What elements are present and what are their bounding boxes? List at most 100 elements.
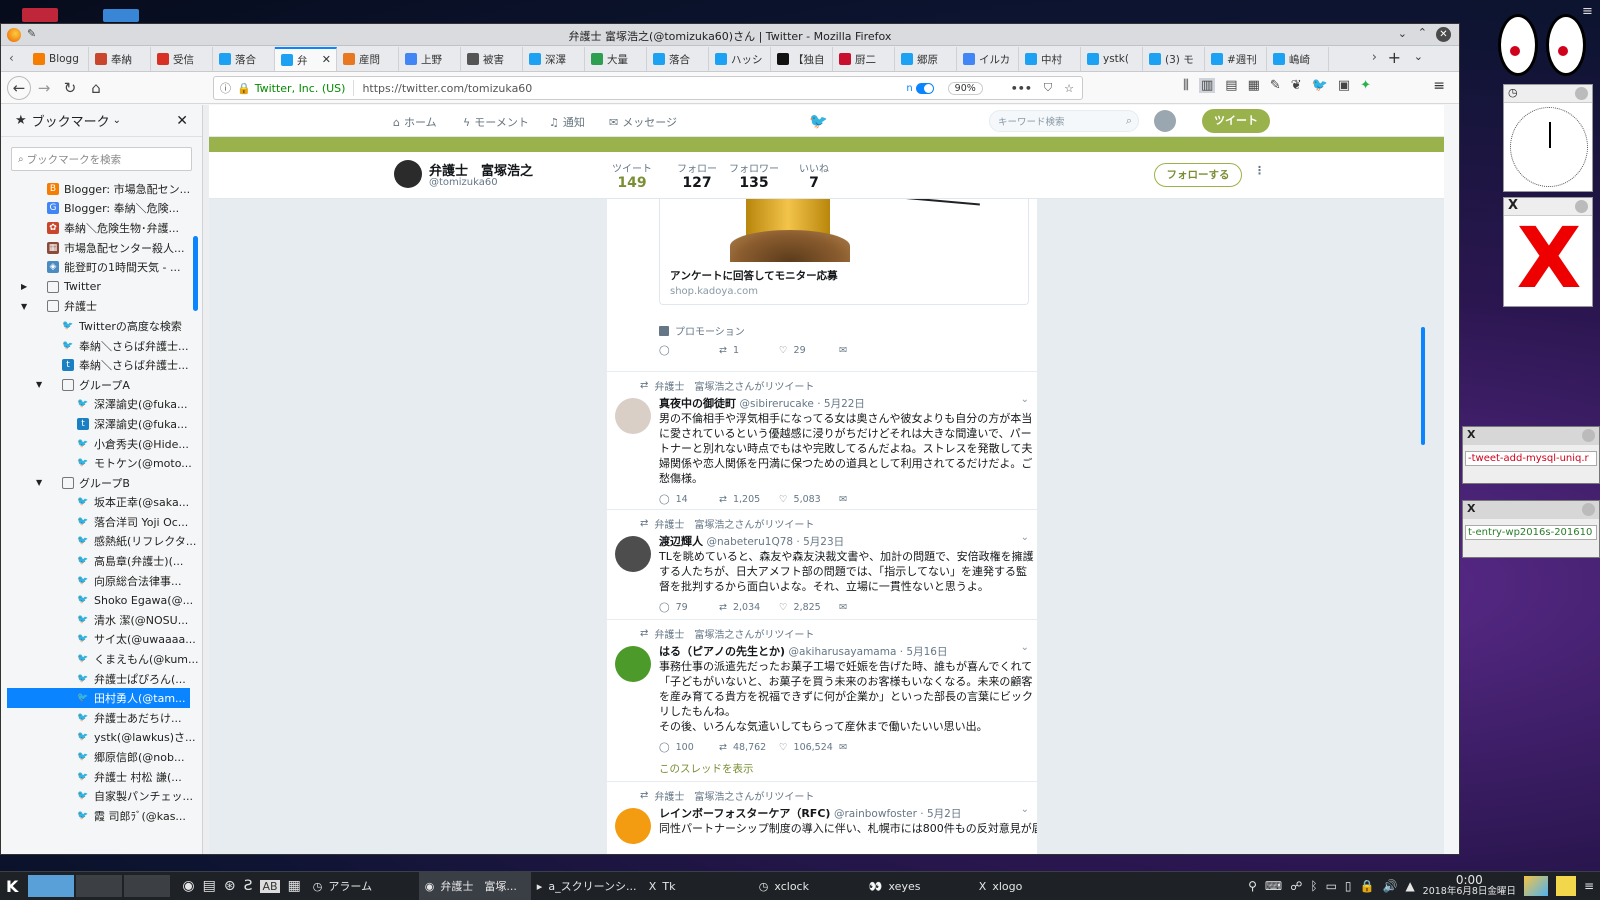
bookmark-item[interactable]: 🐦 坂本正幸(@saka... <box>7 493 202 513</box>
firefox-launcher-icon[interactable]: ◉ <box>182 878 194 894</box>
bookmark-item[interactable]: 🐦 郷原信郎(@nob... <box>7 747 202 767</box>
expand-down-icon[interactable]: ▼ <box>21 302 31 311</box>
bookmark-item[interactable]: ▼ グループB <box>7 473 202 493</box>
bookmark-item[interactable]: t 深澤諭史(@fuka... <box>7 414 202 434</box>
desktop-pager-2[interactable] <box>76 875 123 897</box>
bookmark-item[interactable]: 🐦 向原総合法律事... <box>7 571 202 591</box>
url-text[interactable]: https://twitter.com/tomizuka60 <box>362 82 532 95</box>
tweet-date[interactable]: 5月23日 <box>803 536 844 548</box>
bookmark-item[interactable]: 🐦 深澤諭史(@fuka... <box>7 395 202 415</box>
bookmark-item[interactable]: 🐦 Twitterの高度な検索 <box>7 316 202 336</box>
tab-scroll-left-icon[interactable]: ‹ <box>9 51 14 65</box>
author-name[interactable]: はる（ピアノの先生とか) <box>659 645 785 658</box>
bookmark-item[interactable]: 🐦 小倉秀夫(@Hide... <box>7 434 202 454</box>
nav-home[interactable]: ⌂ ホーム <box>393 114 437 130</box>
dm-button[interactable]: ✉ <box>839 345 899 356</box>
feedly-icon[interactable]: ✦ <box>1360 78 1371 93</box>
bookmark-star-icon[interactable]: ☆ <box>1064 82 1074 95</box>
tab-11[interactable]: ハッシ <box>709 47 771 71</box>
tab-7[interactable]: 被害 <box>461 47 523 71</box>
like-button[interactable]: ♡ 106,524 <box>779 742 839 753</box>
library-icon[interactable]: ⫼ <box>1183 78 1189 93</box>
profile-stat[interactable]: フォロー 127 <box>677 160 717 191</box>
search-icon[interactable]: ⌕ <box>1126 114 1132 128</box>
close-sidebar-icon[interactable]: ✕ <box>176 113 188 129</box>
nav-moments[interactable]: ϟ モーメント <box>463 114 529 130</box>
zoom-level[interactable]: 90% <box>947 81 983 95</box>
task-item[interactable]: Xxlogo <box>973 872 1083 900</box>
tweet[interactable]: ⇄ 弁護士 富塚浩之さんがリツイート はる（ピアノの先生とか) @akiharusa… <box>607 619 1037 779</box>
avatar[interactable] <box>615 398 651 434</box>
tweet-date[interactable]: 5月22日 <box>824 398 865 410</box>
url-bar[interactable]: ⓘ 🔒 Twitter, Inc. (US) https://twitter.c… <box>213 76 1083 100</box>
bookmark-item[interactable]: 🐦 くまえもん(@kum... <box>7 649 202 669</box>
xclock-window[interactable]: ◷ <box>1503 84 1593 192</box>
url-field[interactable]: t-entry-wp2016s-201610 <box>1465 525 1597 540</box>
task-item[interactable]: ◉ 弁護士 富塚... <box>418 871 531 900</box>
tweet[interactable]: ⇄ 弁護士 富塚浩之さんがリツイート レインボーフォスターケア（RFC) @rain… <box>607 781 1037 854</box>
volume-icon[interactable]: 🔊 <box>1382 879 1397 893</box>
profile-stat[interactable]: フォロワー 135 <box>729 160 779 191</box>
battery-icon[interactable]: ▯ <box>1345 879 1352 893</box>
author-handle[interactable]: @sibirerucake <box>740 398 814 410</box>
like-button[interactable]: ♡ 5,083 <box>779 494 839 505</box>
promo-card[interactable]: アンケートに回答してモニター応募 shop.kadoya.com <box>659 199 1029 305</box>
author-name[interactable]: レインボーフォスターケア（RFC) <box>659 807 830 820</box>
tab-2[interactable]: 受信 <box>151 47 213 71</box>
tab-12[interactable]: 【独自 <box>771 47 833 71</box>
bookmark-item[interactable]: 🐦 田村勇人(@tam... <box>7 688 190 709</box>
expand-down-icon[interactable]: ▼ <box>36 380 46 389</box>
sidebar-scrollbar[interactable] <box>193 236 198 311</box>
bookmark-item[interactable]: 🐦 感熱紙(リフレクタ... <box>7 532 202 552</box>
retweet-button[interactable]: ⇄ 1,205 <box>719 494 779 505</box>
keyboard-icon[interactable]: ⌨ <box>1265 879 1282 893</box>
follow-button[interactable]: フォローする <box>1154 163 1242 187</box>
tab-8[interactable]: 深澤 <box>523 47 585 71</box>
tab-3[interactable]: 落合 <box>213 47 275 71</box>
desktop-folder-icon[interactable] <box>22 8 58 22</box>
reply-button[interactable]: ◯ 100 <box>659 742 719 753</box>
page-scrollbar[interactable] <box>1421 327 1425 445</box>
bookmark-item[interactable]: ◈ 能登町の1時間天気 - ... <box>7 257 202 277</box>
tab-9[interactable]: 大量 <box>585 47 647 71</box>
bookmark-item[interactable]: 🐦 霞 司郎ﾗﾞ(@kas... <box>7 806 202 826</box>
bookmark-item[interactable]: 🐦 高島章(弁護士)(... <box>7 551 202 571</box>
bookmark-item[interactable]: 🐦 落合洋司 Yoji Oc... <box>7 512 202 532</box>
reload-icon[interactable]: ↻ <box>57 75 83 101</box>
tab-16[interactable]: 中村 <box>1019 47 1081 71</box>
network-icon[interactable]: ☍ <box>1290 879 1302 893</box>
bookmark-item[interactable]: 🐦 Shoko Egawa(@... <box>7 590 202 610</box>
url-field[interactable]: -tweet-add-mysql-uniq.r <box>1465 451 1597 466</box>
bookmark-item[interactable]: ✿ 奉納＼危険生物･弁護... <box>7 218 202 238</box>
close-tab-icon[interactable]: ✕ <box>322 53 331 66</box>
bookmark-item[interactable]: 🐦 自家製パンチェッ... <box>7 786 202 806</box>
avatar[interactable] <box>615 808 651 844</box>
pen-icon[interactable]: ✎ <box>1270 78 1281 93</box>
display-icon[interactable]: ▭ <box>1326 879 1337 893</box>
author-handle[interactable]: @akiharusayamama <box>789 646 897 658</box>
author-handle[interactable]: @rainbowfoster <box>834 808 917 820</box>
terminal-launcher-icon[interactable]: ▦ <box>288 878 301 894</box>
bookmark-item[interactable]: 🐦 弁護士あだちけ... <box>7 708 202 728</box>
font-launcher-icon[interactable]: AB <box>260 879 280 893</box>
twitter-bird-icon[interactable]: 🐦 <box>809 112 828 130</box>
close-icon[interactable] <box>1575 87 1588 100</box>
bookmark-item[interactable]: 🐦 モトケン(@moto... <box>7 453 202 473</box>
profile-stat[interactable]: いいね 7 <box>799 160 829 191</box>
twitter-search-input[interactable]: キーワード検索 ⌕ <box>989 110 1139 132</box>
bookmark-item[interactable]: 🐦 清水 潔(@NOSU... <box>7 610 202 630</box>
clipboard-icon[interactable]: ▣ <box>1338 78 1350 93</box>
task-item[interactable]: ◷ アラーム <box>307 872 419 900</box>
tab-18[interactable]: (3) モ <box>1143 47 1205 71</box>
tweet[interactable]: ⇄ 弁護士 富塚浩之さんがリツイート 渡辺輝人 @nabeteru1Q78 · 5月… <box>607 509 1037 617</box>
dm-button[interactable]: ✉ <box>839 742 899 753</box>
bookmark-item[interactable]: 🐦 弁護士ぱぴろん(... <box>7 669 202 689</box>
maximize-icon[interactable]: ⌃ <box>1418 26 1427 39</box>
author-name[interactable]: 渡辺輝人 <box>659 535 703 548</box>
bookmark-item[interactable]: 🐦 サイ太(@uwaaaa... <box>7 630 202 650</box>
tab-1[interactable]: 奉納 <box>89 47 151 71</box>
like-button[interactable]: ♡ 29 <box>779 345 839 356</box>
page-actions-icon[interactable]: ••• <box>1011 82 1032 95</box>
addon-grid-icon[interactable]: ▦ <box>1248 78 1260 93</box>
tweet-date[interactable]: 5月16日 <box>906 646 947 658</box>
